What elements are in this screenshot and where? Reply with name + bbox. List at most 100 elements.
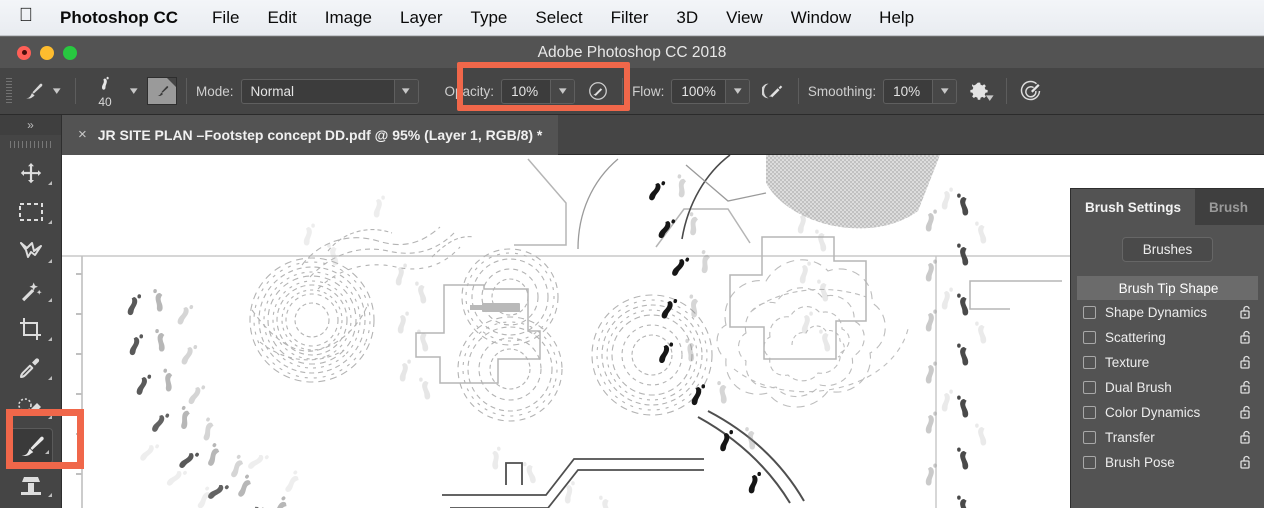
unlock-icon[interactable] — [1238, 430, 1254, 445]
brush-settings-panel: Brush Settings Brush Brushes Brush Tip S… — [1070, 188, 1264, 508]
flow-label: Flow: — [632, 83, 665, 99]
brush-preset-picker-chevron-icon[interactable]: ▾ — [48, 85, 66, 97]
brush-pose-label: Brush Pose — [1105, 455, 1175, 470]
document-tab[interactable]: × JR SITE PLAN –Footstep concept DD.pdf … — [62, 114, 559, 155]
option-transfer[interactable]: Transfer — [1071, 425, 1264, 450]
brush-tip-shape-label: Brush Tip Shape — [1118, 280, 1219, 296]
tool-flyout-indicator — [48, 259, 52, 263]
window-title: Adobe Photoshop CC 2018 — [537, 43, 727, 61]
tab-brush-settings[interactable]: Brush Settings — [1071, 189, 1196, 225]
menu-item-select[interactable]: Select — [521, 0, 596, 36]
smoothing-input[interactable]: 10% ▾ — [883, 78, 958, 104]
unlock-icon[interactable] — [1238, 405, 1254, 420]
menu-item-edit[interactable]: Edit — [253, 0, 310, 36]
flow-chevron-down-icon[interactable]: ▾ — [724, 79, 749, 103]
menu-item-type[interactable]: Type — [457, 0, 522, 36]
lasso-tool[interactable] — [0, 231, 61, 270]
tool-flyout-indicator — [48, 337, 52, 341]
eyedropper-tool[interactable] — [0, 348, 61, 387]
option-shape-dynamics[interactable]: Shape Dynamics — [1071, 300, 1264, 325]
color-dynamics-checkbox[interactable] — [1083, 406, 1096, 419]
dual-brush-checkbox[interactable] — [1083, 381, 1096, 394]
option-scattering[interactable]: Scattering — [1071, 325, 1264, 350]
menu-item-help[interactable]: Help — [865, 0, 928, 36]
smoothing-chevron-down-icon[interactable]: ▾ — [932, 79, 957, 103]
brush-tool[interactable] — [0, 426, 61, 465]
collapse-panel-button[interactable]: » — [0, 115, 61, 135]
brushes-button-row: Brushes — [1071, 237, 1264, 276]
mode-label: Mode: — [196, 83, 234, 99]
transfer-label: Transfer — [1105, 430, 1155, 445]
tab-brush[interactable]: Brush — [1195, 189, 1262, 225]
opacity-pressure-toggle-icon[interactable] — [583, 76, 613, 106]
brush-size-chevron-icon[interactable]: ▾ — [125, 85, 143, 97]
opacity-value: 10% — [511, 83, 539, 99]
document-tab-title: JR SITE PLAN –Footstep concept DD.pdf @ … — [97, 126, 543, 143]
brushes-button[interactable]: Brushes — [1121, 237, 1214, 262]
flow-value: 100% — [681, 83, 716, 99]
airbrush-toggle-icon[interactable] — [759, 76, 789, 106]
menu-item-window[interactable]: Window — [777, 0, 865, 36]
clone-stamp-tool[interactable] — [0, 465, 61, 504]
rectangular-marquee-tool[interactable] — [0, 192, 61, 231]
photoshop-window:  Photoshop CC File Edit Image Layer Typ… — [0, 0, 1264, 508]
menu-item-layer[interactable]: Layer — [386, 0, 457, 36]
texture-checkbox[interactable] — [1083, 356, 1096, 369]
smoothing-options-gear-icon[interactable]: ▾ — [967, 76, 997, 106]
magic-wand-tool[interactable] — [0, 270, 61, 309]
brush-tip-shape-row[interactable]: Brush Tip Shape — [1077, 276, 1258, 300]
brush-pose-checkbox[interactable] — [1083, 456, 1096, 469]
smoothing-value: 10% — [893, 83, 921, 99]
menu-item-3d[interactable]: 3D — [662, 0, 712, 36]
apple-logo-icon[interactable]:  — [0, 5, 52, 30]
smoothing-label: Smoothing: — [807, 83, 877, 99]
shape-dynamics-checkbox[interactable] — [1083, 306, 1096, 319]
menu-item-filter[interactable]: Filter — [597, 0, 663, 36]
menu-item-image[interactable]: Image — [311, 0, 386, 36]
brush-size-preview[interactable]: 40 — [85, 75, 125, 108]
collapse-chevrons-icon: » — [27, 118, 34, 132]
unlock-icon[interactable] — [1238, 380, 1254, 395]
option-brush-pose[interactable]: Brush Pose — [1071, 450, 1264, 475]
brush-size-value: 40 — [98, 94, 112, 109]
unlock-icon[interactable] — [1238, 455, 1254, 470]
divider — [1006, 78, 1008, 104]
move-tool[interactable] — [0, 153, 61, 192]
blend-mode-select[interactable]: Normal ▾ — [240, 78, 419, 104]
tools-panel-grip[interactable] — [0, 135, 61, 153]
tool-flyout-indicator — [48, 376, 52, 380]
menu-item-file[interactable]: File — [198, 0, 253, 36]
tool-flyout-indicator — [48, 181, 52, 185]
symmetry-paint-icon[interactable] — [1016, 76, 1046, 106]
chevron-down-icon[interactable]: ▾ — [393, 79, 418, 103]
unlock-icon[interactable] — [1238, 330, 1254, 345]
brush-tool-preset-icon[interactable] — [18, 76, 48, 106]
brush-panel-toggle-icon[interactable] — [147, 77, 177, 105]
tool-flyout-indicator — [48, 415, 52, 419]
crop-tool[interactable] — [0, 309, 61, 348]
history-brush-tool[interactable] — [0, 504, 61, 508]
option-dual-brush[interactable]: Dual Brush — [1071, 375, 1264, 400]
scattering-checkbox[interactable] — [1083, 331, 1096, 344]
opacity-label: Opacity: — [444, 83, 495, 99]
option-color-dynamics[interactable]: Color Dynamics — [1071, 400, 1264, 425]
unlock-icon[interactable] — [1238, 305, 1254, 320]
menu-item-view[interactable]: View — [712, 0, 777, 36]
tool-flyout-indicator — [48, 493, 52, 497]
tools-panel: » — [0, 115, 62, 508]
flow-input[interactable]: 100% ▾ — [671, 78, 750, 104]
menu-bar:  Photoshop CC File Edit Image Layer Typ… — [0, 0, 1264, 36]
tool-options-bar: ▾ 40 ▾ Mode: Normal ▾ Opacity: 10% ▾ Flo… — [0, 68, 1264, 115]
divider — [797, 78, 799, 104]
opacity-chevron-down-icon[interactable]: ▾ — [550, 79, 575, 103]
close-icon[interactable]: × — [78, 126, 87, 143]
scattering-label: Scattering — [1105, 330, 1166, 345]
option-texture[interactable]: Texture — [1071, 350, 1264, 375]
unlock-icon[interactable] — [1238, 355, 1254, 370]
transfer-checkbox[interactable] — [1083, 431, 1096, 444]
spot-healing-brush-tool[interactable] — [0, 387, 61, 426]
panel-body: Brushes Brush Tip Shape Shape Dynamics S… — [1071, 225, 1264, 475]
opacity-input[interactable]: 10% ▾ — [501, 78, 576, 104]
options-bar-grip[interactable] — [6, 78, 12, 104]
menu-item-photoshop[interactable]: Photoshop CC — [52, 0, 198, 36]
